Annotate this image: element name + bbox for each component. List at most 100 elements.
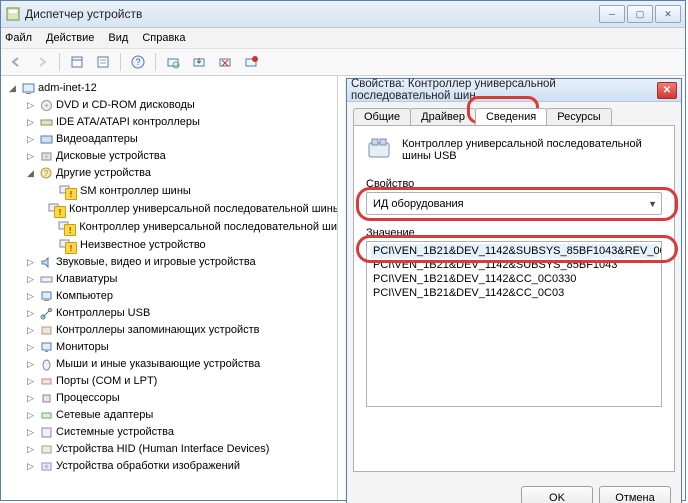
expand-icon[interactable]: ▷ [25,444,36,455]
expand-icon[interactable]: ▷ [25,376,36,387]
maximize-button[interactable]: ▢ [627,5,653,23]
svg-text:?: ? [43,169,48,178]
expand-icon[interactable]: ▷ [25,274,36,285]
collapse-icon[interactable]: ◢ [25,168,36,179]
tree-label: SM контроллер шины [80,183,191,200]
tree-category[interactable]: ▷Порты (COM и LPT) [25,373,337,390]
list-item[interactable]: PCI\VEN_1B21&DEV_1142&SUBSYS_85BF1043&RE… [371,244,657,258]
menu-help[interactable]: Справка [142,32,185,44]
scan-button[interactable] [162,51,184,73]
tree-category[interactable]: ▷IDE ATA/ATAPI контроллеры [25,114,337,131]
dialog-title: Свойства: Контроллер универсальной после… [351,78,657,102]
tree-category[interactable]: ▷Компьютер [25,288,337,305]
menu-file[interactable]: Файл [5,32,32,44]
tree-item-unknown[interactable]: !Контроллер универсальной последовательн… [43,218,337,236]
dialog-close-button[interactable]: ✕ [657,82,677,99]
tree-category[interactable]: ▷Дисковые устройства [25,148,337,165]
tree-category[interactable]: ▷Мониторы [25,339,337,356]
device-icon [39,116,53,130]
value-label: Значение [366,227,662,239]
tab-details[interactable]: Сведения [475,108,547,125]
warning-icon: ! [54,206,66,218]
device-tree[interactable]: ◢ adm-inet-12 ▷DVD и CD-ROM дисководы▷ID… [1,76,338,500]
computer-icon [21,82,35,96]
disable-button[interactable] [240,51,262,73]
show-hidden-button[interactable] [66,51,88,73]
list-item[interactable]: PCI\VEN_1B21&DEV_1142&SUBSYS_85BF1043 [371,258,657,272]
expand-icon[interactable]: ▷ [25,359,36,370]
properties-dialog: Свойства: Контроллер универсальной после… [346,78,682,503]
help-button[interactable]: ? [127,51,149,73]
tree-category[interactable]: ▷ Сетевые адаптеры [25,407,337,424]
expand-icon[interactable]: ▷ [25,134,36,145]
tree-label: Сетевые адаптеры [56,407,153,424]
list-item[interactable]: PCI\VEN_1B21&DEV_1142&CC_0C03 [371,286,657,300]
tree-category[interactable]: ▷Мыши и иные указывающие устройства [25,356,337,373]
close-button[interactable]: ✕ [655,5,681,23]
expand-icon[interactable]: ▷ [25,461,36,472]
tree-category[interactable]: ▷Контроллеры USB [25,305,337,322]
tree-category[interactable]: ▷ Устройства обработки изображений [25,458,337,475]
menu-action[interactable]: Действие [46,32,94,44]
chevron-down-icon: ▼ [648,199,657,209]
device-name: Контроллер универсальной последовательно… [402,138,662,162]
svg-text:?: ? [135,57,140,67]
tab-resources[interactable]: Ресурсы [546,108,611,125]
expand-icon[interactable]: ▷ [25,151,36,162]
expand-icon[interactable]: ▷ [25,308,36,319]
expand-icon[interactable]: ▷ [25,410,36,421]
warning-icon: ! [65,242,77,254]
device-icon [39,341,53,355]
tree-label: Контроллер универсальной последовательно… [69,201,338,218]
expand-icon[interactable]: ▷ [25,117,36,128]
device-icon [39,307,53,321]
tree-category[interactable]: ▷Клавиатуры [25,271,337,288]
update-driver-button[interactable] [188,51,210,73]
tree-label: Неизвестное устройство [80,237,206,254]
expand-icon[interactable]: ▷ [25,342,36,353]
tab-general[interactable]: Общие [353,108,411,125]
tree-category[interactable]: ▷ Контроллеры запоминающих устройств [25,322,337,339]
expand-icon[interactable]: ▷ [25,100,36,111]
tree-category-other[interactable]: ◢ ? Другие устройства [25,165,337,182]
ok-button[interactable]: OK [521,486,593,503]
device-icon [39,426,53,440]
tree-category[interactable]: ▷Видеоадаптеры [25,131,337,148]
tab-driver[interactable]: Драйвер [410,108,476,125]
tree-category[interactable]: ▷Процессоры [25,390,337,407]
tree-item-unknown[interactable]: !Контроллер универсальной последовательн… [43,200,337,218]
expand-icon[interactable]: ▷ [25,393,36,404]
tree-category[interactable]: ▷Звуковые, видео и игровые устройства [25,254,337,271]
cancel-button[interactable]: Отмена [599,486,671,503]
collapse-icon[interactable]: ◢ [7,83,18,94]
expand-icon[interactable]: ▷ [25,325,36,336]
tree-item-unknown[interactable]: !Неизвестное устройство [43,236,337,254]
menu-view[interactable]: Вид [108,32,128,44]
menu-bar: Файл Действие Вид Справка [1,28,685,49]
property-combo[interactable]: ИД оборудования ▼ [366,192,662,215]
expand-icon[interactable]: ▷ [25,257,36,268]
device-icon [39,324,53,338]
tab-panel-details: Контроллер универсальной последовательно… [353,125,675,472]
tree-category[interactable]: ▷DVD и CD-ROM дисководы [25,97,337,114]
device-icon [39,375,53,389]
forward-button[interactable] [31,51,53,73]
tree-item-unknown[interactable]: !SM контроллер шины [43,182,337,200]
tree-root[interactable]: ◢ adm-inet-12 [7,80,337,97]
minimize-button[interactable]: ─ [599,5,625,23]
uninstall-button[interactable] [214,51,236,73]
expand-icon[interactable]: ▷ [25,291,36,302]
tree-label: Устройства обработки изображений [56,458,240,475]
expand-icon[interactable]: ▷ [25,427,36,438]
tree-label: Контроллеры запоминающих устройств [56,322,259,339]
dialog-buttons: OK Отмена [347,478,681,503]
properties-button[interactable] [92,51,114,73]
hardware-ids-list[interactable]: PCI\VEN_1B21&DEV_1142&SUBSYS_85BF1043&RE… [366,241,662,407]
back-button[interactable] [5,51,27,73]
tree-category[interactable]: ▷Системные устройства [25,424,337,441]
tree-label: Устройства HID (Human Interface Devices) [56,441,269,458]
tree-category[interactable]: ▷ Устройства HID (Human Interface Devices… [25,441,337,458]
toolbar: ? [1,49,685,76]
device-manager-window: Диспетчер устройств ─ ▢ ✕ Файл Действие … [0,0,686,501]
list-item[interactable]: PCI\VEN_1B21&DEV_1142&CC_0C0330 [371,272,657,286]
